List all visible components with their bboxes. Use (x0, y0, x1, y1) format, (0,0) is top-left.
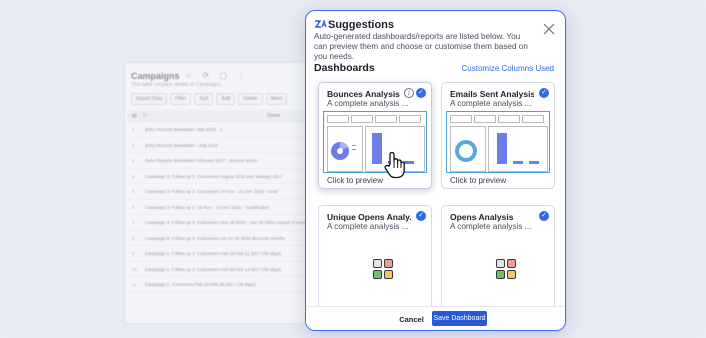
card-title: Unique Opens Analy... (327, 212, 411, 222)
sort-button[interactable]: Sort (194, 93, 214, 105)
more-button[interactable]: More (265, 93, 288, 105)
stage: Campaigns ☆ ⟳ ▢ ⋮ This table contains de… (0, 0, 706, 338)
check-circle-icon[interactable]: ✓ (539, 211, 549, 221)
dashboard-preview-thumbnail[interactable] (446, 111, 550, 173)
table-row[interactable]: 10 Campaign 1: Follow up 2: Customers Feb… (127, 262, 323, 277)
cancel-button[interactable]: Cancel (394, 312, 429, 327)
dashboard-card-unique-opens-analysis[interactable]: Unique Opens Analy... ✓ A complete analy… (318, 205, 432, 312)
table-row[interactable]: 7 Campaign 4: Follow up 5: Customers Nov … (127, 215, 323, 231)
title-action-icons: ☆ ⟳ ▢ ⋮ (185, 71, 250, 80)
check-circle-icon[interactable]: ✓ (416, 88, 426, 98)
delete-button[interactable]: Delete (238, 93, 263, 105)
table-toolbar: Import Data Filter Sort Add Delete More (131, 93, 288, 105)
card-title: Opens Analysis (450, 212, 514, 222)
dashboard-preview-thumbnail[interactable] (323, 111, 427, 173)
table-row[interactable]: 5 Campaign 3: Follow up 1: Customers 16 N… (127, 184, 323, 200)
click-to-preview-label[interactable]: Click to preview (327, 176, 383, 185)
background-table-view: Campaigns ☆ ⟳ ▢ ⋮ This table contains de… (124, 62, 324, 324)
row-index-icon: ▤ (132, 113, 137, 119)
check-circle-icon[interactable]: ✓ (416, 211, 426, 221)
check-circle-icon[interactable]: ✓ (539, 88, 549, 98)
table-header: ▤ ▽ Name (127, 110, 323, 122)
dialog-title: Suggestions (328, 19, 395, 31)
table-row[interactable]: 6 Campaign 3: Follow up 1: 16 Nov - 15 De… (127, 200, 323, 215)
card-subtitle: A complete analysis ... (327, 99, 409, 108)
table-row[interactable]: 1 Zoho Reports Newsletter, Mar 2016 - 2 (127, 122, 323, 138)
table-row[interactable]: 3 Zoho Reports Newsletter February 2017 -… (127, 153, 323, 169)
data-table: ▤ ▽ Name 1 Zoho Reports Newsletter, Mar 2… (127, 110, 323, 293)
table-title: Campaigns (131, 71, 180, 81)
card-title: Emails Sent Analysis (450, 89, 534, 99)
dialog-description: Auto-generated dashboards/reports are li… (314, 32, 528, 61)
dashboard-card-opens-analysis[interactable]: Opens Analysis ✓ A complete analysis ... (441, 205, 555, 312)
filter-button[interactable]: Filter (170, 93, 192, 105)
table-subtitle: This table contains details of Campaigns (131, 82, 221, 88)
dialog-footer: Cancel Save Dashboard (306, 306, 565, 330)
card-subtitle: A complete analysis ... (327, 222, 409, 231)
suggestions-dialog: Suggestions Auto-generated dashboards/re… (305, 10, 566, 331)
section-title-dashboards: Dashboards (314, 62, 375, 74)
click-to-preview-label[interactable]: Click to preview (450, 176, 506, 185)
table-row[interactable]: 11 Campaign 1: Customers Feb 23-Feb 28 20… (127, 277, 323, 293)
dashboard-card-emails-sent-analysis[interactable]: Emails Sent Analysis ✓ A complete analys… (441, 82, 555, 189)
save-dashboard-button[interactable]: Save Dashboard (432, 311, 487, 326)
column-header-name[interactable]: Name (267, 113, 280, 119)
dashboard-card-bounces-analysis[interactable]: Bounces Analysis i ✓ A complete analysis… (318, 82, 432, 189)
add-button[interactable]: Add (216, 93, 236, 105)
card-subtitle: A complete analysis ... (450, 222, 532, 231)
hand-cursor-icon (383, 151, 407, 179)
filter-icon[interactable]: ▽ (143, 113, 147, 119)
table-row[interactable]: 4 Campaign 3: Follow up 5: Customers Augu… (127, 169, 323, 184)
close-icon[interactable] (542, 23, 555, 36)
info-icon[interactable]: i (404, 88, 414, 98)
customize-columns-link[interactable]: Customize Columns Used (462, 64, 554, 73)
card-subtitle: A complete analysis ... (450, 99, 532, 108)
table-row[interactable]: 8 Campaign 5: Follow up 5: Customers Apr … (127, 231, 323, 246)
import-data-button[interactable]: Import Data (131, 93, 168, 105)
app-grid-icon (496, 259, 516, 279)
table-row[interactable]: 9 Campaign 1: Follow up 1: Customers Feb … (127, 246, 323, 262)
app-grid-icon (373, 259, 393, 279)
table-row[interactable]: 2 Zoho Reports Newsletter - July 2016 (127, 138, 323, 153)
suggestions-logo-icon (314, 18, 328, 30)
card-title: Bounces Analysis (327, 89, 400, 99)
